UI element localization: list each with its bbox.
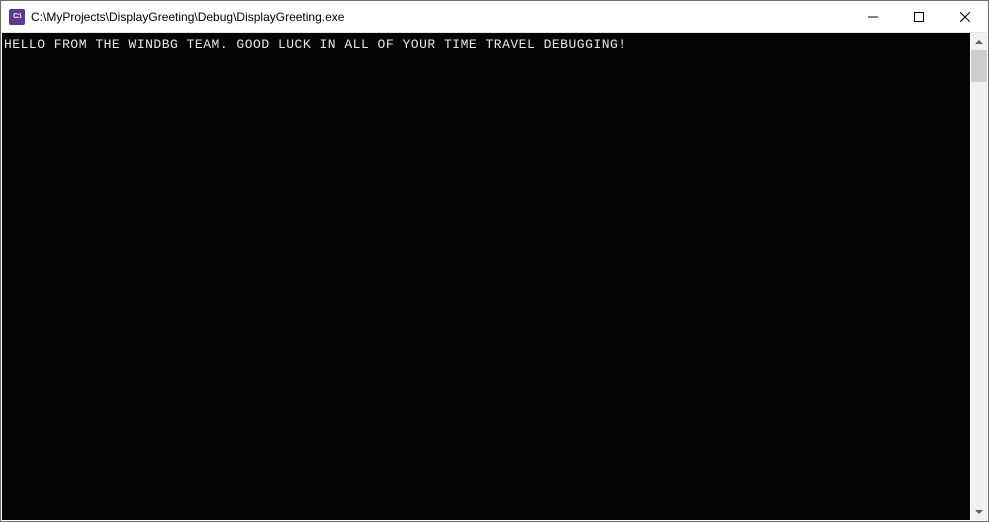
minimize-icon bbox=[868, 12, 878, 22]
vertical-scrollbar[interactable] bbox=[970, 33, 987, 520]
client-area: HELLO FROM THE WINDBG TEAM. GOOD LUCK IN… bbox=[1, 33, 988, 521]
window-controls bbox=[850, 1, 988, 32]
window-title: C:\MyProjects\DisplayGreeting\Debug\Disp… bbox=[31, 10, 850, 24]
chevron-up-icon bbox=[975, 40, 983, 44]
maximize-icon bbox=[914, 12, 924, 22]
scroll-up-button[interactable] bbox=[971, 33, 987, 50]
app-icon: C:\ bbox=[9, 9, 25, 25]
maximize-button[interactable] bbox=[896, 1, 942, 32]
scroll-down-button[interactable] bbox=[971, 503, 987, 520]
console-window: C:\ C:\MyProjects\DisplayGreeting\Debug\… bbox=[0, 0, 989, 522]
app-icon-label: C:\ bbox=[13, 13, 21, 20]
close-icon bbox=[960, 12, 970, 22]
titlebar[interactable]: C:\ C:\MyProjects\DisplayGreeting\Debug\… bbox=[1, 1, 988, 33]
scroll-thumb[interactable] bbox=[971, 50, 987, 82]
close-button[interactable] bbox=[942, 1, 988, 32]
scroll-track[interactable] bbox=[971, 50, 987, 503]
console-output[interactable]: HELLO FROM THE WINDBG TEAM. GOOD LUCK IN… bbox=[2, 33, 970, 520]
chevron-down-icon bbox=[975, 510, 983, 514]
minimize-button[interactable] bbox=[850, 1, 896, 32]
